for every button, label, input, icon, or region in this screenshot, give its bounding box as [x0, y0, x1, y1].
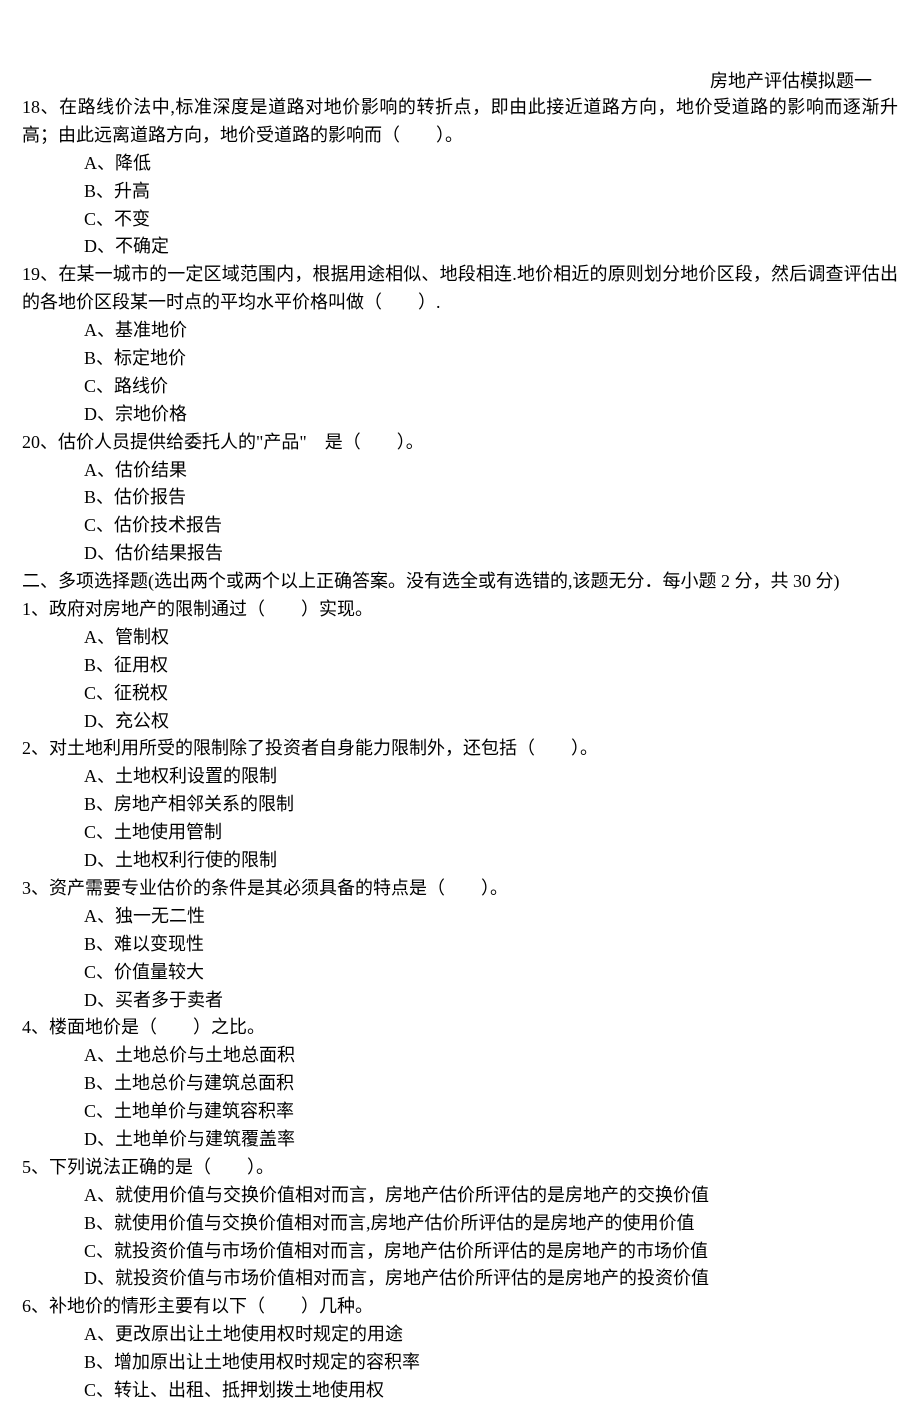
question-stem: 18、在路线价法中,标准深度是道路对地价影响的转折点，即由此接近道路方向，地价受…: [22, 94, 898, 150]
option-a: A、就使用价值与交换价值相对而言，房地产估价所评估的是房地产的交换价值: [84, 1182, 898, 1210]
multi-question-4: 4、楼面地价是（ ）之比。 A、土地总价与土地总面积 B、土地总价与建筑总面积 …: [22, 1014, 898, 1153]
question-number: 4、: [22, 1017, 49, 1037]
option-b: B、征用权: [84, 652, 898, 680]
question-text: 补地价的情形主要有以下（ ）几种。: [49, 1296, 373, 1316]
question-stem: 5、下列说法正确的是（ ）。: [22, 1154, 898, 1182]
option-d: D、估价结果报告: [84, 540, 898, 568]
option-b: B、升高: [84, 178, 898, 206]
section-2-title: 二、多项选择题(选出两个或两个以上正确答案。没有选全或有选错的,该题无分．每小题…: [22, 568, 898, 596]
option-d: D、就投资价值与市场价值相对而言，房地产估价所评估的是房地产的投资价值: [84, 1265, 898, 1293]
option-c: C、路线价: [84, 373, 898, 401]
question-19: 19、在某一城市的一定区域范围内，根据用途相似、地段相连.地价相近的原则划分地价…: [22, 261, 898, 428]
option-c: C、土地使用管制: [84, 819, 898, 847]
multi-question-2: 2、对土地利用所受的限制除了投资者自身能力限制外，还包括（ ）。 A、土地权利设…: [22, 735, 898, 874]
option-d: D、不确定: [84, 233, 898, 261]
option-d: D、土地权利行使的限制: [84, 847, 898, 875]
option-a: A、土地权利设置的限制: [84, 763, 898, 791]
question-number: 2、: [22, 738, 49, 758]
question-number: 18、: [22, 97, 59, 117]
question-stem: 19、在某一城市的一定区域范围内，根据用途相似、地段相连.地价相近的原则划分地价…: [22, 261, 898, 317]
option-b: B、估价报告: [84, 484, 898, 512]
option-c: C、估价技术报告: [84, 512, 898, 540]
question-number: 1、: [22, 599, 49, 619]
question-stem: 3、资产需要专业估价的条件是其必须具备的特点是（ ）。: [22, 875, 898, 903]
question-number: 19、: [22, 264, 58, 284]
question-text: 政府对房地产的限制通过（ ）实现。: [49, 599, 373, 619]
question-text: 估价人员提供给委托人的"产品" 是（ ）。: [58, 432, 424, 452]
option-b: B、土地总价与建筑总面积: [84, 1070, 898, 1098]
question-text: 对土地利用所受的限制除了投资者自身能力限制外，还包括（ ）。: [49, 738, 598, 758]
option-d: D、宗地价格: [84, 401, 898, 429]
option-d: D、买者多于卖者: [84, 987, 898, 1015]
option-a: A、估价结果: [84, 457, 898, 485]
option-a: A、更改原出让土地使用权时规定的用途: [84, 1321, 898, 1349]
option-c: C、价值量较大: [84, 959, 898, 987]
option-b: B、房地产相邻关系的限制: [84, 791, 898, 819]
question-stem: 4、楼面地价是（ ）之比。: [22, 1014, 898, 1042]
multi-question-6: 6、补地价的情形主要有以下（ ）几种。 A、更改原出让土地使用权时规定的用途 B…: [22, 1293, 898, 1405]
exam-content: 18、在路线价法中,标准深度是道路对地价影响的转折点，即由此接近道路方向，地价受…: [22, 70, 898, 1405]
question-stem: 2、对土地利用所受的限制除了投资者自身能力限制外，还包括（ ）。: [22, 735, 898, 763]
question-stem: 1、政府对房地产的限制通过（ ）实现。: [22, 596, 898, 624]
question-options: A、管制权 B、征用权 C、征税权 D、充公权: [22, 624, 898, 736]
option-a: A、独一无二性: [84, 903, 898, 931]
question-text: 在路线价法中,标准深度是道路对地价影响的转折点，即由此接近道路方向，地价受道路的…: [22, 97, 898, 145]
option-b: B、标定地价: [84, 345, 898, 373]
question-number: 20、: [22, 432, 58, 452]
multi-question-5: 5、下列说法正确的是（ ）。 A、就使用价值与交换价值相对而言，房地产估价所评估…: [22, 1154, 898, 1293]
option-c: C、不变: [84, 206, 898, 234]
question-options: A、土地权利设置的限制 B、房地产相邻关系的限制 C、土地使用管制 D、土地权利…: [22, 763, 898, 875]
option-c: C、土地单价与建筑容积率: [84, 1098, 898, 1126]
question-options: A、基准地价 B、标定地价 C、路线价 D、宗地价格: [22, 317, 898, 429]
option-a: A、基准地价: [84, 317, 898, 345]
option-c: C、征税权: [84, 680, 898, 708]
multi-question-3: 3、资产需要专业估价的条件是其必须具备的特点是（ ）。 A、独一无二性 B、难以…: [22, 875, 898, 1014]
question-options: A、估价结果 B、估价报告 C、估价技术报告 D、估价结果报告: [22, 457, 898, 569]
option-d: D、土地单价与建筑覆盖率: [84, 1126, 898, 1154]
multi-question-1: 1、政府对房地产的限制通过（ ）实现。 A、管制权 B、征用权 C、征税权 D、…: [22, 596, 898, 735]
question-number: 6、: [22, 1296, 49, 1316]
question-options: A、更改原出让土地使用权时规定的用途 B、增加原出让土地使用权时规定的容积率 C…: [22, 1321, 898, 1405]
option-b: B、增加原出让土地使用权时规定的容积率: [84, 1349, 898, 1377]
question-text: 在某一城市的一定区域范围内，根据用途相似、地段相连.地价相近的原则划分地价区段，…: [22, 264, 898, 312]
option-d: D、充公权: [84, 708, 898, 736]
question-stem: 20、估价人员提供给委托人的"产品" 是（ ）。: [22, 429, 898, 457]
question-options: A、降低 B、升高 C、不变 D、不确定: [22, 150, 898, 262]
option-c: C、就投资价值与市场价值相对而言，房地产估价所评估的是房地产的市场价值: [84, 1238, 898, 1266]
question-options: A、土地总价与土地总面积 B、土地总价与建筑总面积 C、土地单价与建筑容积率 D…: [22, 1042, 898, 1154]
question-number: 3、: [22, 878, 49, 898]
option-a: A、土地总价与土地总面积: [84, 1042, 898, 1070]
question-options: A、独一无二性 B、难以变现性 C、价值量较大 D、买者多于卖者: [22, 903, 898, 1015]
question-options: A、就使用价值与交换价值相对而言，房地产估价所评估的是房地产的交换价值 B、就使…: [22, 1182, 898, 1294]
question-18: 18、在路线价法中,标准深度是道路对地价影响的转折点，即由此接近道路方向，地价受…: [22, 94, 898, 261]
question-number: 5、: [22, 1157, 49, 1177]
question-text: 楼面地价是（ ）之比。: [49, 1017, 265, 1037]
question-text: 资产需要专业估价的条件是其必须具备的特点是（ ）。: [49, 878, 508, 898]
option-a: A、降低: [84, 150, 898, 178]
page-header-note: 房地产评估模拟题一: [710, 68, 872, 96]
option-b: B、就使用价值与交换价值相对而言,房地产估价所评估的是房地产的使用价值: [84, 1210, 898, 1238]
question-text: 下列说法正确的是（ ）。: [49, 1157, 274, 1177]
option-b: B、难以变现性: [84, 931, 898, 959]
question-20: 20、估价人员提供给委托人的"产品" 是（ ）。 A、估价结果 B、估价报告 C…: [22, 429, 898, 568]
question-stem: 6、补地价的情形主要有以下（ ）几种。: [22, 1293, 898, 1321]
option-a: A、管制权: [84, 624, 898, 652]
option-c: C、转让、出租、抵押划拨土地使用权: [84, 1377, 898, 1405]
